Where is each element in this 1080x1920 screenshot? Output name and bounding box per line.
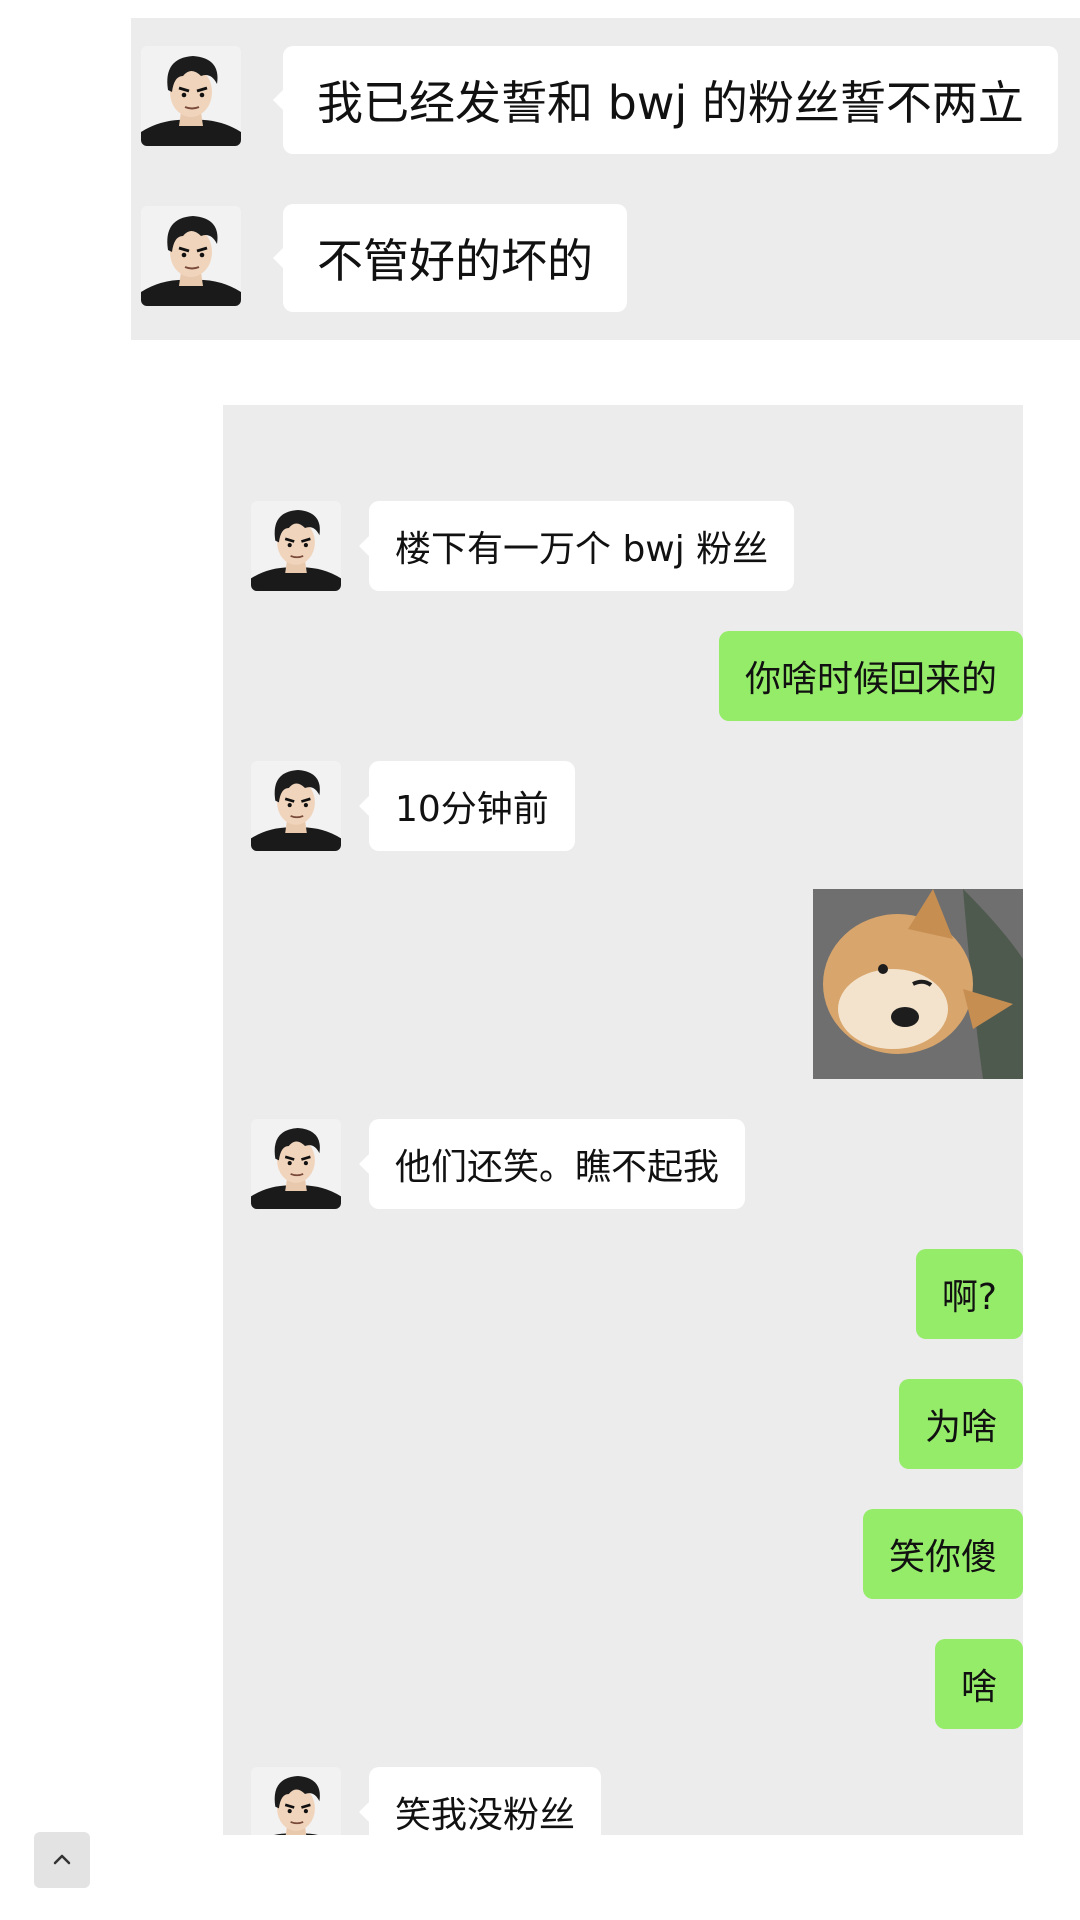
scroll-top-button[interactable] (34, 1832, 90, 1888)
contact-avatar (251, 761, 341, 851)
contact-avatar (141, 206, 241, 306)
message-bubble: 我已经发誓和 bwj 的粉丝誓不两立 (273, 46, 1058, 154)
cropped-dog-image (813, 405, 1023, 461)
message-bubble: 你啥时候回来的 (718, 631, 1023, 721)
shiba-dog-sticker[interactable] (813, 889, 1023, 1079)
message-bubble: 楼下有一万个 bwj 粉丝 (358, 501, 795, 591)
contact-avatar (251, 501, 341, 591)
chat-screenshot: 楼下有一万个 bwj 粉丝 你啥时候回来的 10分钟前 他们还笑。瞧不起我 啊?… (223, 405, 1023, 1835)
message-bubble: 笑我没粉丝 (358, 1767, 602, 1835)
message-bubble: 他们还笑。瞧不起我 (358, 1119, 746, 1209)
top-chat-screenshot: 我已经发誓和 bwj 的粉丝誓不两立 不管好的坏的 (131, 18, 1080, 340)
message-bubble: 啊? (915, 1249, 1023, 1339)
contact-avatar (251, 1767, 341, 1835)
message-bubble: 笑你傻 (862, 1509, 1023, 1599)
message-bubble: 10分钟前 (359, 761, 575, 851)
message-bubble: 为啥 (898, 1379, 1023, 1469)
message-bubble: 不管好的坏的 (273, 204, 627, 312)
contact-avatar (251, 1119, 341, 1209)
contact-avatar (141, 46, 241, 146)
message-bubble: 啥 (934, 1639, 1023, 1729)
chevron-up-icon (53, 1854, 71, 1865)
